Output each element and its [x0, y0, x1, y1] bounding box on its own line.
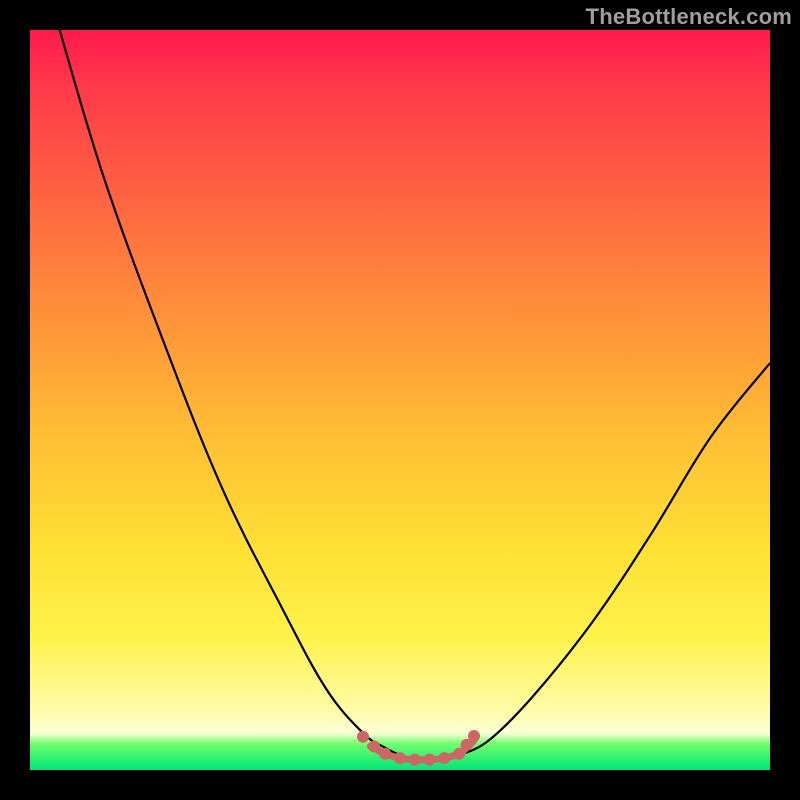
dip-marker — [468, 730, 480, 742]
dip-marker — [379, 748, 391, 760]
dip-marker — [438, 752, 450, 764]
curve-left-arm — [60, 30, 400, 755]
dip-marker — [368, 740, 380, 752]
dip-marker — [394, 752, 406, 764]
dip-marker — [357, 731, 369, 743]
dip-marker — [424, 754, 436, 766]
curve-right-arm — [459, 363, 770, 755]
curve-svg — [30, 30, 770, 770]
watermark-text: TheBottleneck.com — [586, 4, 792, 30]
dip-marker — [409, 754, 421, 766]
plot-area — [30, 30, 770, 770]
dip-markers — [357, 730, 480, 766]
chart-container: TheBottleneck.com — [0, 0, 800, 800]
